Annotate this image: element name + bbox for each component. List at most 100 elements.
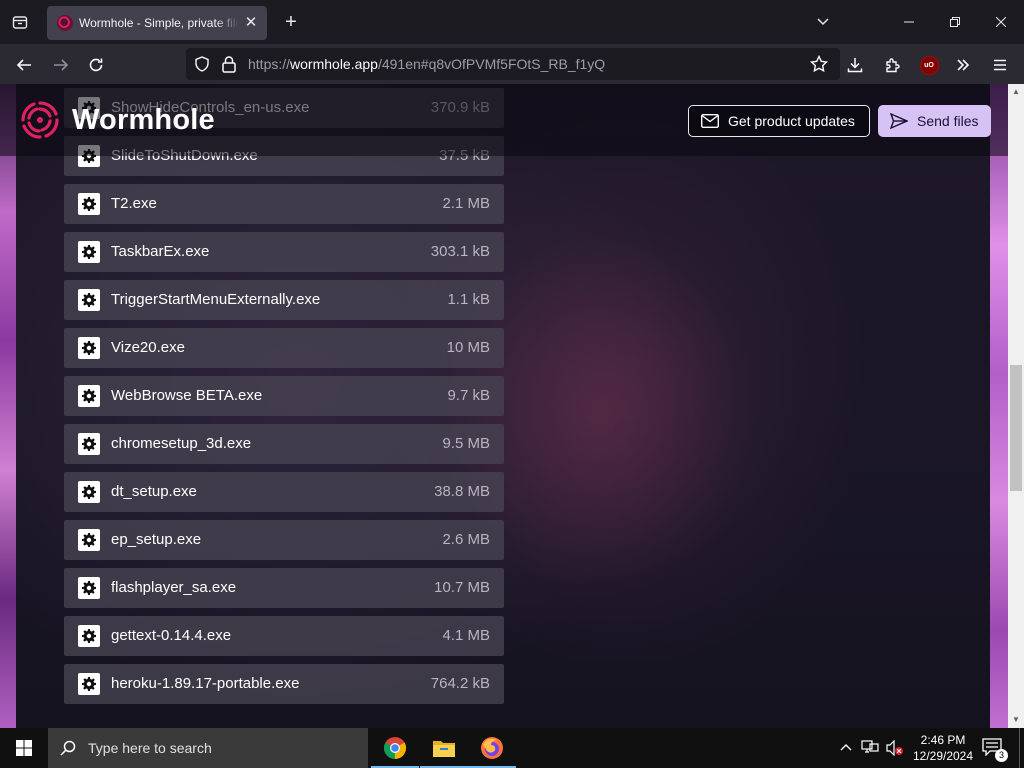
search-icon xyxy=(60,740,76,756)
executable-gear-icon xyxy=(78,481,100,503)
url-path: /491en#q8vOfPVMf5FOtS_RB_f1yQ xyxy=(377,56,606,72)
chevron-down-icon[interactable] xyxy=(815,10,837,34)
search-placeholder: Type here to search xyxy=(88,740,212,756)
background-edge-left xyxy=(0,84,16,728)
file-name: Vize20.exe xyxy=(111,339,185,356)
url-text[interactable]: https://wormhole.app/491en#q8vOfPVMf5FOt… xyxy=(248,56,605,72)
file-explorer-icon[interactable] xyxy=(420,728,468,768)
clock-date: 12/29/2024 xyxy=(912,749,974,763)
volume-muted-icon[interactable] xyxy=(886,739,904,757)
file-row[interactable]: Vize20.exe 10 MB xyxy=(64,328,504,368)
executable-gear-icon xyxy=(78,529,100,551)
network-icon[interactable] xyxy=(861,740,879,756)
file-name: heroku-1.89.17-portable.exe xyxy=(111,675,300,692)
file-row[interactable]: TriggerStartMenuExternally.exe 1.1 kB xyxy=(64,280,504,320)
list-all-tabs-icon[interactable] xyxy=(8,10,32,34)
back-arrow-icon[interactable] xyxy=(11,52,37,78)
file-name: gettext-0.14.4.exe xyxy=(111,627,232,644)
file-size: 9.5 MB xyxy=(442,435,490,452)
send-files-label: Send files xyxy=(917,113,979,129)
notification-count-badge: 3 xyxy=(995,749,1008,762)
forward-arrow-icon[interactable] xyxy=(48,52,74,78)
file-size: 1.1 kB xyxy=(447,291,490,308)
url-prefix: https:// xyxy=(248,56,291,72)
scroll-up-arrow-icon[interactable]: ▲ xyxy=(1008,84,1024,100)
windows-start-icon[interactable] xyxy=(0,728,48,768)
executable-gear-icon xyxy=(78,193,100,215)
tab-title: Wormhole - Simple, private file sharing xyxy=(79,16,239,30)
executable-gear-icon xyxy=(78,433,100,455)
hamburger-menu-icon[interactable] xyxy=(987,52,1013,78)
executable-gear-icon xyxy=(78,289,100,311)
bookmark-star-icon[interactable] xyxy=(809,54,829,73)
file-row[interactable]: flashplayer_sa.exe 10.7 MB xyxy=(64,568,504,608)
lock-icon[interactable] xyxy=(222,55,238,73)
envelope-icon xyxy=(701,114,719,128)
file-name: T2.exe xyxy=(111,195,157,212)
brand-name[interactable]: Wormhole xyxy=(72,104,215,137)
scroll-down-arrow-icon[interactable]: ▼ xyxy=(1008,712,1024,728)
close-tab-icon[interactable]: ✕ xyxy=(243,15,259,31)
ublock-origin-icon[interactable]: uO xyxy=(916,52,942,78)
clock-time: 2:46 PM xyxy=(920,733,966,747)
reload-icon[interactable] xyxy=(83,52,109,78)
site-header: Wormhole Get product updates Send files xyxy=(0,84,1008,156)
double-chevron-right-icon[interactable] xyxy=(950,52,976,78)
file-size: 2.6 MB xyxy=(442,531,490,548)
address-bar[interactable]: https://wormhole.app/491en#q8vOfPVMf5FOt… xyxy=(186,48,840,80)
restore-window-button[interactable] xyxy=(932,0,978,44)
close-window-button[interactable] xyxy=(978,0,1024,44)
system-clock[interactable]: 2:46 PM 12/29/2024 xyxy=(906,732,980,764)
file-name: ep_setup.exe xyxy=(111,531,202,548)
file-row[interactable]: heroku-1.89.17-portable.exe 764.2 kB xyxy=(64,664,504,704)
page-viewport: ShowHideControls_en-us.exe370.9 kBSlideT… xyxy=(0,84,1024,728)
file-name: flashplayer_sa.exe xyxy=(111,579,237,596)
new-tab-button[interactable]: + xyxy=(279,10,303,34)
file-row[interactable]: ep_setup.exe 2.6 MB xyxy=(64,520,504,560)
url-host: wormhole.app xyxy=(290,56,378,72)
executable-gear-icon xyxy=(78,625,100,647)
file-size: 10.7 MB xyxy=(434,579,490,596)
file-size: 4.1 MB xyxy=(442,627,490,644)
file-row[interactable]: TaskbarEx.exe 303.1 kB xyxy=(64,232,504,272)
wormhole-logo-icon[interactable] xyxy=(19,99,61,141)
file-size: 2.1 MB xyxy=(442,195,490,212)
downloads-icon[interactable] xyxy=(842,52,868,78)
file-name: TaskbarEx.exe xyxy=(111,243,210,260)
file-row[interactable]: chromesetup_3d.exe 9.5 MB xyxy=(64,424,504,464)
file-size: 38.8 MB xyxy=(434,483,490,500)
file-size: 764.2 kB xyxy=(430,675,490,692)
file-size: 9.7 kB xyxy=(447,387,490,404)
chevron-up-icon[interactable] xyxy=(838,740,854,756)
windows-taskbar: Type here to search 2:46 PM 12/29/2024 3 xyxy=(0,728,1024,768)
show-desktop-button[interactable] xyxy=(1019,728,1024,768)
executable-gear-icon xyxy=(78,577,100,599)
send-files-button[interactable]: Send files xyxy=(878,105,991,137)
executable-gear-icon xyxy=(78,673,100,695)
file-row[interactable]: dt_setup.exe 38.8 MB xyxy=(64,472,504,512)
notification-center-icon[interactable]: 3 xyxy=(982,738,1008,762)
file-row[interactable]: gettext-0.14.4.exe 4.1 MB xyxy=(64,616,504,656)
tracking-protection-shield-icon[interactable] xyxy=(194,56,210,72)
file-size: 10 MB xyxy=(446,339,490,356)
executable-gear-icon xyxy=(78,241,100,263)
firefox-icon[interactable] xyxy=(468,728,516,768)
get-product-updates-button[interactable]: Get product updates xyxy=(688,105,870,137)
file-name: WebBrowse BETA.exe xyxy=(111,387,263,404)
chrome-icon[interactable] xyxy=(371,728,419,768)
file-row[interactable]: WebBrowse BETA.exe 9.7 kB xyxy=(64,376,504,416)
executable-gear-icon xyxy=(78,385,100,407)
scrollbar-thumb[interactable] xyxy=(1010,365,1022,491)
background-edge-right xyxy=(990,84,1008,728)
executable-gear-icon xyxy=(78,337,100,359)
taskbar-search-box[interactable]: Type here to search xyxy=(48,728,368,768)
page-scrollbar[interactable]: ▲ ▼ xyxy=(1008,84,1024,728)
file-name: dt_setup.exe xyxy=(111,483,197,500)
browser-tab-bar: Wormhole - Simple, private file sharing … xyxy=(0,0,1024,44)
active-tab[interactable]: Wormhole - Simple, private file sharing … xyxy=(47,6,267,40)
extensions-puzzle-icon[interactable] xyxy=(880,52,906,78)
send-paper-plane-icon xyxy=(890,113,908,129)
file-name: TriggerStartMenuExternally.exe xyxy=(111,291,321,308)
file-row[interactable]: T2.exe 2.1 MB xyxy=(64,184,504,224)
minimize-window-button[interactable] xyxy=(886,0,932,44)
